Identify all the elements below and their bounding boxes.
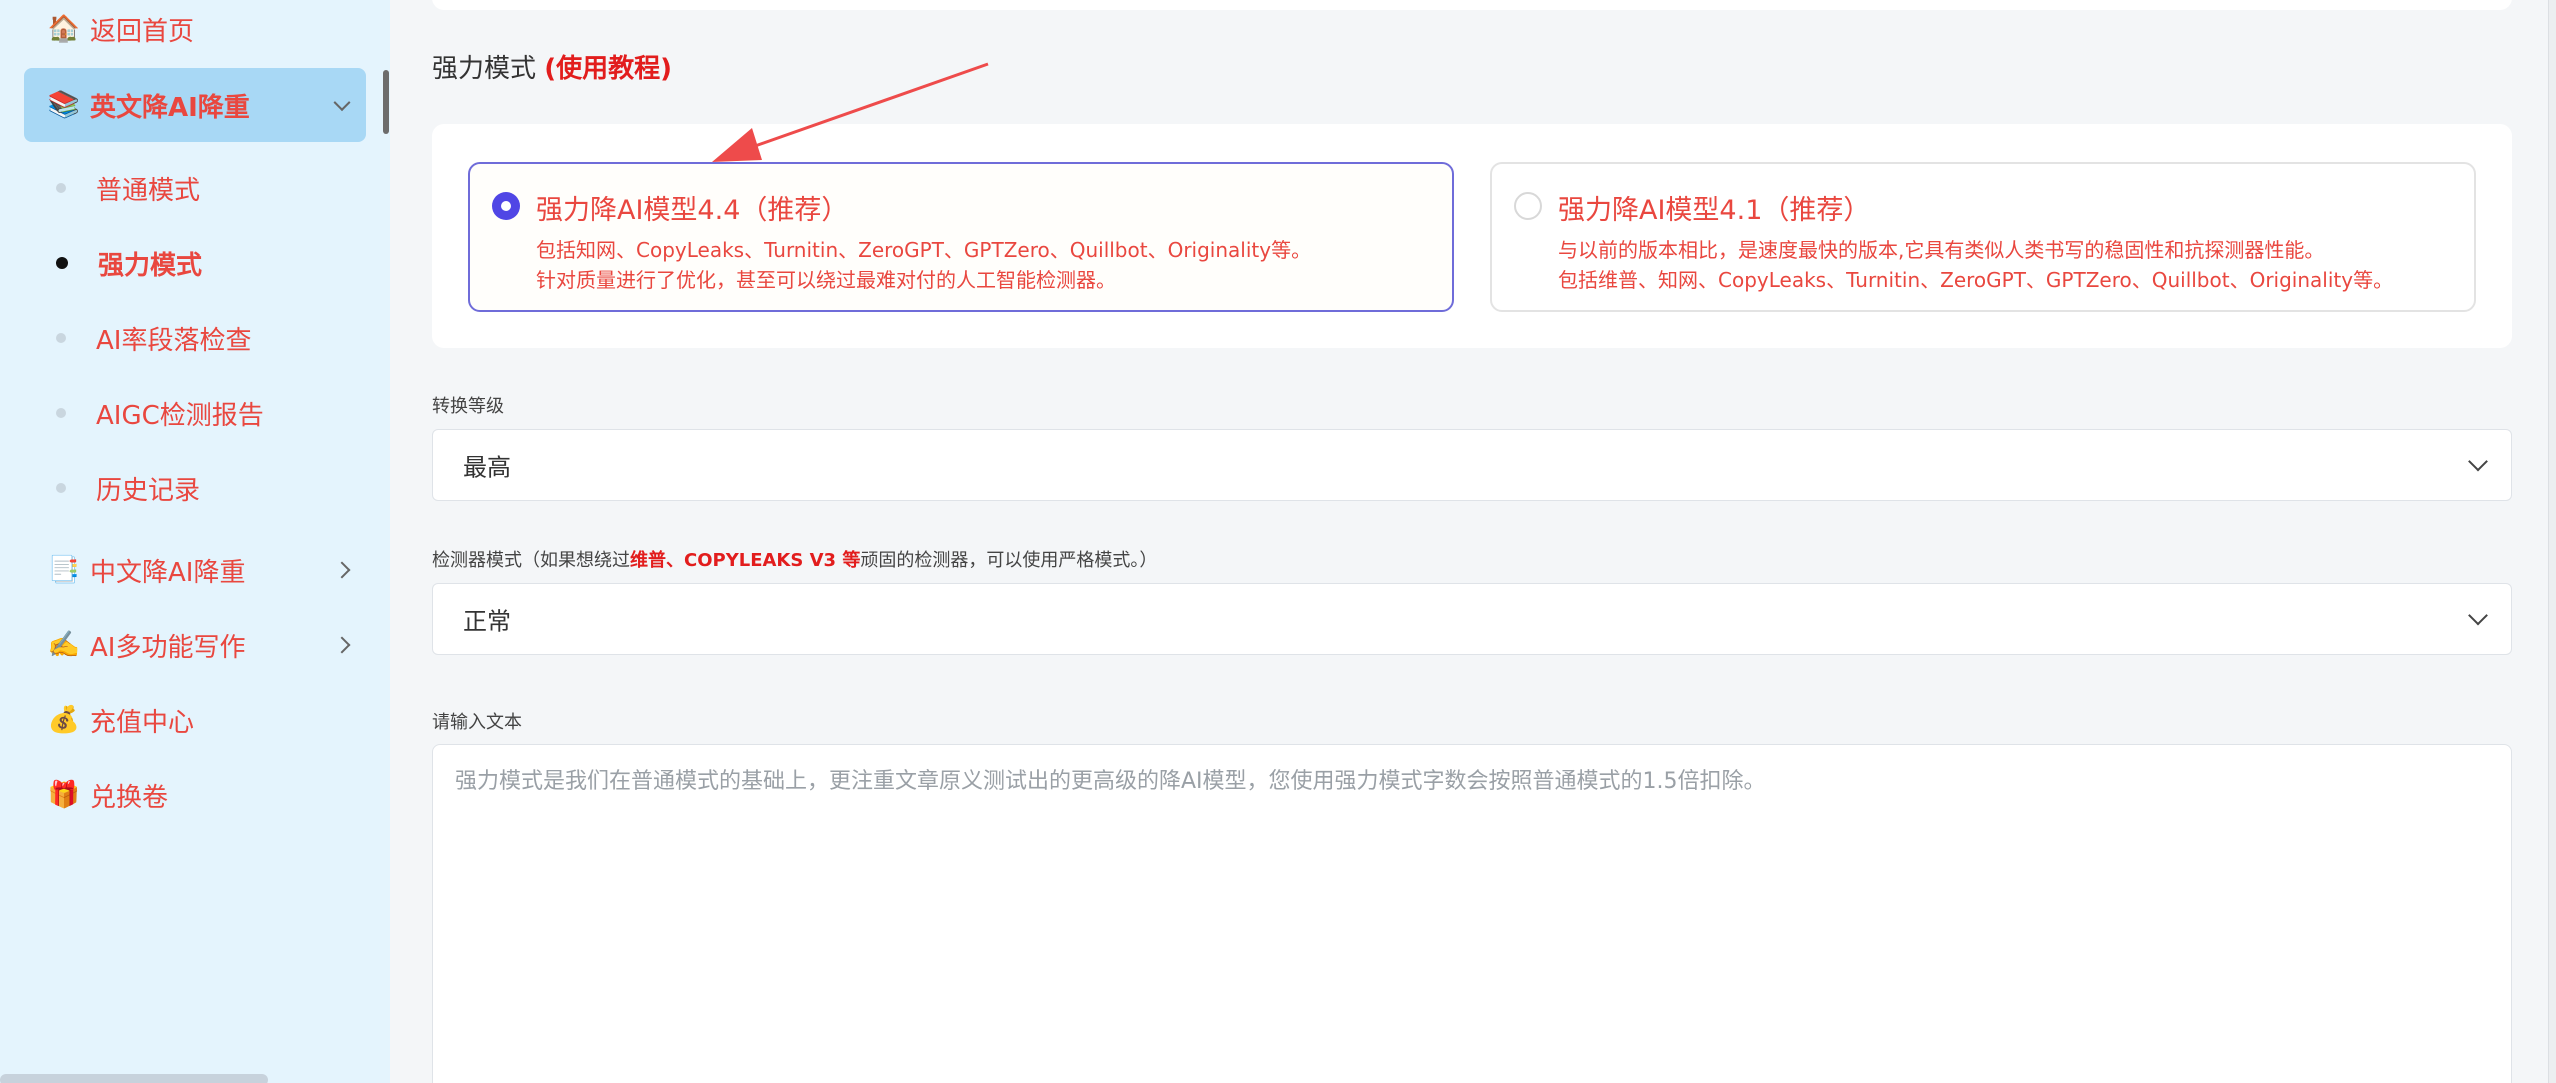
subitem-label: AI率段落检查: [96, 325, 252, 356]
chevron-down-icon: [333, 94, 351, 112]
subitem-label: AIGC检测报告: [96, 400, 264, 431]
select-value: 正常: [463, 607, 511, 636]
sidebar-scrollbar[interactable]: [383, 70, 389, 134]
subitem-label: 普通模式: [96, 175, 201, 206]
books-icon: 📚: [47, 90, 81, 120]
model-option-title: 强力降AI模型4.4（推荐）: [536, 195, 849, 226]
radio-unchecked-icon[interactable]: [1514, 192, 1542, 220]
tutorial-link[interactable]: (使用教程): [544, 54, 672, 84]
sidebar-subitem-normal-mode[interactable]: 普通模式: [56, 158, 200, 218]
model-option-title: 强力降AI模型4.1（推荐）: [1558, 195, 1871, 226]
detector-label-highlight: 维普、COPYLEAKS V3 等: [630, 550, 861, 571]
text-input-area[interactable]: [432, 744, 2512, 1083]
radio-checked-icon[interactable]: [492, 192, 520, 220]
model-selection-card: 强力降AI模型4.4（推荐） 包括知网、CopyLeaks、Turnitin、Z…: [432, 124, 2512, 348]
sidebar-item-label: AI多功能写作: [90, 632, 246, 663]
document-icon: 📑: [47, 555, 81, 585]
chevron-right-icon: [333, 636, 351, 654]
horizontal-scrollbar[interactable]: [0, 1074, 268, 1083]
sidebar-item-label: 英文降AI降重: [90, 92, 250, 123]
sidebar-subitem-aigc-report[interactable]: AIGC检测报告: [56, 383, 264, 443]
sidebar-item-recharge[interactable]: 💰 充值中心: [24, 683, 366, 757]
model-option-desc: 包括知网、CopyLeaks、Turnitin、ZeroGPT、GPTZero、…: [536, 238, 1312, 262]
sidebar-item-redeem[interactable]: 🎁 兑换卷: [24, 758, 366, 832]
bullet-icon: [56, 183, 66, 193]
detector-mode-select[interactable]: 正常: [432, 583, 2512, 655]
conversion-level-select[interactable]: 最高: [432, 429, 2512, 501]
bullet-icon: [56, 408, 66, 418]
model-option-desc: 与以前的版本相比，是速度最快的版本,它具有类似人类书写的稳固性和抗探测器性能。: [1558, 238, 2325, 262]
model-option-4-1[interactable]: 强力降AI模型4.1（推荐） 与以前的版本相比，是速度最快的版本,它具有类似人类…: [1490, 162, 2476, 312]
sidebar: 🏠 返回首页 📚 英文降AI降重 普通模式 强力模式 AI率段落检查 AIGC检…: [0, 0, 390, 1083]
detector-label-text: 检测器模式（如果想绕过: [432, 550, 630, 571]
conversion-level-label: 转换等级: [432, 396, 504, 417]
model-option-desc: 包括维普、知网、CopyLeaks、Turnitin、ZeroGPT、GPTZe…: [1558, 268, 2394, 292]
sidebar-item-english-reduce[interactable]: 📚 英文降AI降重: [24, 68, 366, 142]
select-value: 最高: [463, 453, 511, 482]
sidebar-subitem-strong-mode[interactable]: 强力模式: [56, 233, 202, 293]
bullet-icon: [56, 483, 66, 493]
sidebar-subitem-paragraph-check[interactable]: AI率段落检查: [56, 308, 251, 368]
money-bag-icon: 💰: [47, 705, 81, 735]
model-option-desc: 针对质量进行了优化，甚至可以绕过最难对付的人工智能检测器。: [536, 268, 1116, 292]
sidebar-item-label: 兑换卷: [90, 782, 169, 813]
subitem-label: 强力模式: [98, 250, 203, 281]
chevron-right-icon: [333, 561, 351, 579]
page-title: 强力模式 (使用教程): [432, 48, 672, 85]
sidebar-item-home[interactable]: 🏠 返回首页: [24, 0, 366, 66]
chevron-down-icon: [2468, 605, 2488, 626]
writing-hand-icon: ✍️: [47, 630, 81, 660]
input-text-label: 请输入文本: [432, 712, 522, 733]
sidebar-subitem-history[interactable]: 历史记录: [56, 458, 200, 518]
sidebar-item-label: 充值中心: [90, 707, 195, 738]
gift-icon: 🎁: [47, 780, 81, 810]
detector-mode-label: 检测器模式（如果想绕过维普、COPYLEAKS V3 等顽固的检测器，可以使用严…: [432, 546, 1157, 572]
chevron-down-icon: [2468, 451, 2488, 472]
previous-card: [432, 0, 2512, 10]
page-scrollbar[interactable]: [2548, 0, 2556, 1083]
page-title-text: 强力模式: [432, 54, 537, 84]
sidebar-item-chinese-reduce[interactable]: 📑 中文降AI降重: [24, 533, 366, 607]
subitem-label: 历史记录: [96, 475, 201, 506]
sidebar-item-label: 中文降AI降重: [90, 557, 246, 588]
model-option-4-4[interactable]: 强力降AI模型4.4（推荐） 包括知网、CopyLeaks、Turnitin、Z…: [468, 162, 1454, 312]
house-icon: 🏠: [47, 14, 81, 44]
bullet-icon: [56, 257, 68, 269]
sidebar-item-label: 返回首页: [90, 16, 195, 47]
sidebar-item-ai-writing[interactable]: ✍️ AI多功能写作: [24, 608, 366, 682]
detector-label-text: 顽固的检测器，可以使用严格模式。）: [860, 550, 1158, 571]
bullet-icon: [56, 333, 66, 343]
